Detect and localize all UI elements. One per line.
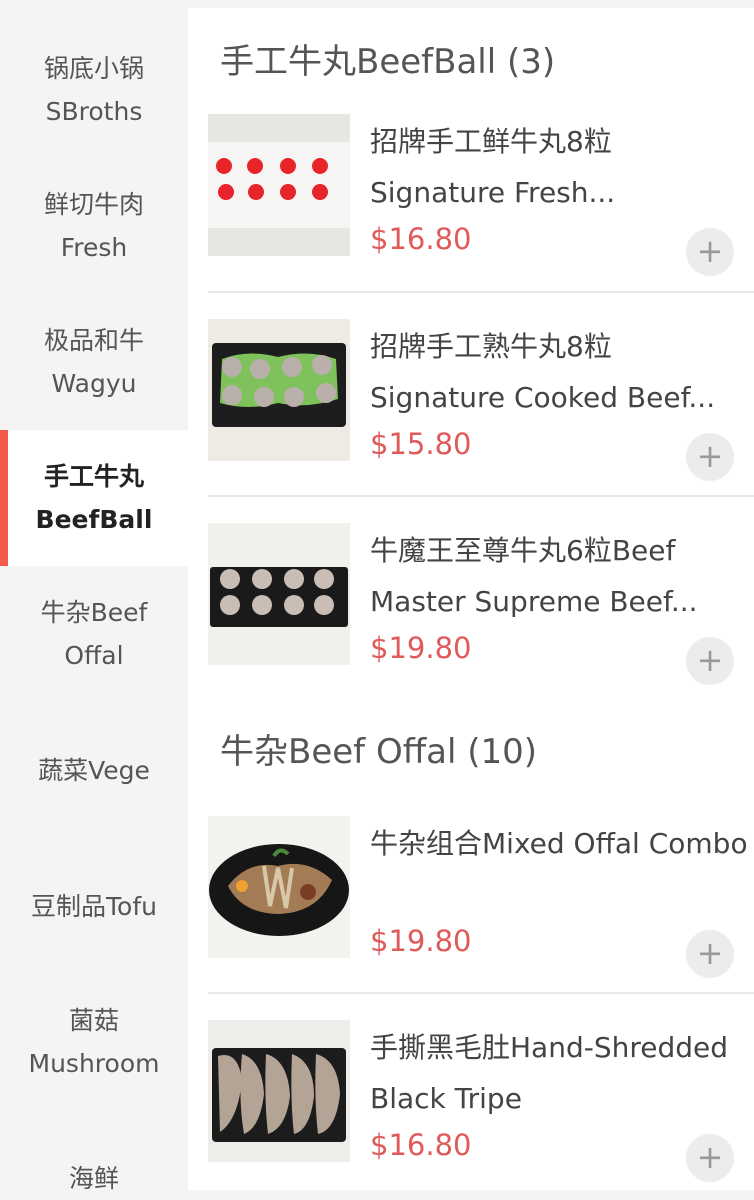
sidebar-item-label: 豆制品Tofu	[31, 891, 157, 921]
dish-name: 牛杂组合Mixed Offal Combo	[370, 827, 748, 860]
sidebar-item-offal[interactable]: 牛杂Beef Offal	[0, 566, 188, 702]
sidebar-item-label: 鲜切牛肉	[43, 190, 144, 219]
dish-item[interactable]: 牛魔王至尊牛丸6粒Beef Master Supreme Beef... $19…	[208, 523, 754, 703]
plus-icon[interactable]: +	[686, 228, 734, 276]
divider	[208, 495, 754, 497]
sidebar-item-broths[interactable]: 锅底小锅 SBroths	[0, 22, 188, 158]
sidebar-item-sublabel: Fresh	[60, 233, 128, 262]
sidebar-item-vege[interactable]: 蔬菜Vege	[0, 702, 188, 838]
dish-item[interactable]: 招牌手工熟牛丸8粒 Signature Cooked Beef... $15.8…	[208, 319, 754, 499]
dish-image-mixed-offal-plate	[208, 816, 350, 958]
sidebar-item-beefball[interactable]: 手工牛丸 BeefBall	[0, 430, 188, 566]
sidebar-item-label: 手工牛丸	[43, 462, 144, 491]
section-title-beefball: 手工牛丸BeefBall (3)	[220, 42, 556, 82]
dish-name: 牛魔王至尊牛丸6粒Beef Master Supreme Beef...	[370, 534, 698, 618]
sidebar-item-sublabel: SBroths	[45, 97, 143, 126]
sidebar-item-label: 锅底小锅	[43, 54, 144, 83]
dish-item[interactable]: 招牌手工鲜牛丸8粒 Signature Fresh... $16.80 +	[208, 114, 754, 294]
divider	[208, 291, 754, 293]
plus-icon[interactable]: +	[686, 930, 734, 978]
dish-item[interactable]: 牛杂组合Mixed Offal Combo $19.80 +	[208, 816, 754, 996]
dish-price: $19.80	[370, 631, 472, 665]
sidebar-item-seafood[interactable]: 海鲜	[0, 1110, 188, 1200]
sidebar-item-label: 菌菇	[68, 1006, 119, 1035]
sidebar-item-sublabel: Mushroom	[28, 1049, 160, 1078]
dish-image-black-tripe-tray	[208, 1020, 350, 1162]
dish-price: $19.80	[370, 924, 472, 958]
sidebar-item-sublabel: BeefBall	[35, 505, 153, 534]
sidebar-item-wagyu[interactable]: 极品和牛 Wagyu	[0, 294, 188, 430]
sidebar-item-sublabel: Wagyu	[51, 369, 137, 398]
category-sidebar: 锅底小锅 SBroths 鲜切牛肉 Fresh 极品和牛 Wagyu 手工牛丸 Beef…	[0, 0, 188, 1200]
dish-price: $16.80	[370, 1128, 472, 1162]
sidebar-item-tofu[interactable]: 豆制品Tofu	[0, 838, 188, 974]
dish-price: $15.80	[370, 427, 472, 461]
section-title-offal: 牛杂Beef Offal (10)	[220, 732, 538, 772]
dish-price: $16.80	[370, 222, 472, 256]
dish-image-supreme-beef-balls	[208, 523, 350, 665]
plus-icon[interactable]: +	[686, 1134, 734, 1182]
sidebar-item-label: 牛杂Beef	[40, 598, 148, 627]
bottom-edge	[0, 1190, 754, 1200]
menu-list[interactable]: 手工牛丸BeefBall (3) 招牌手工鲜牛丸8粒 Signature Fre…	[188, 0, 754, 1200]
dish-name: 手撕黑毛肚Hand-Shredded Black Tripe	[370, 1031, 729, 1115]
dish-name: 招牌手工鲜牛丸8粒 Signature Fresh...	[370, 125, 616, 209]
plus-icon[interactable]: +	[686, 433, 734, 481]
dish-image-red-beef-balls	[208, 114, 350, 256]
sidebar-item-label: 蔬菜Vege	[38, 755, 150, 785]
dish-name: 招牌手工熟牛丸8粒 Signature Cooked Beef...	[370, 330, 716, 414]
sidebar-item-fresh[interactable]: 鲜切牛肉 Fresh	[0, 158, 188, 294]
sidebar-item-sublabel: Offal	[64, 641, 124, 670]
sidebar-item-label: 极品和牛	[43, 326, 144, 355]
dish-item[interactable]: 手撕黑毛肚Hand-Shredded Black Tripe $16.80 +	[208, 1020, 754, 1200]
plus-icon[interactable]: +	[686, 637, 734, 685]
top-gap	[188, 0, 754, 8]
divider	[208, 992, 754, 994]
dish-image-cooked-beef-balls-lettuce	[208, 319, 350, 461]
sidebar-item-mushroom[interactable]: 菌菇 Mushroom	[0, 974, 188, 1110]
